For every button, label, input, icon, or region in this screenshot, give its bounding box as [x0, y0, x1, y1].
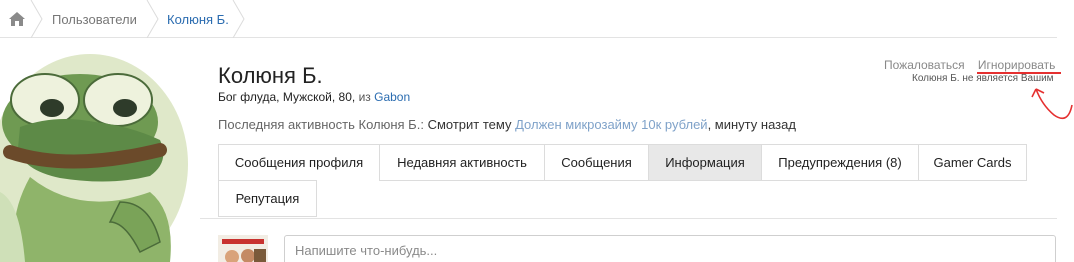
breadcrumb-current-user[interactable]: Колюня Б. [167, 0, 229, 38]
breadcrumb-users[interactable]: Пользователи [52, 0, 137, 38]
tab-warnings[interactable]: Предупреждения (8) [761, 144, 919, 181]
current-user-avatar-image [218, 235, 268, 262]
breadcrumb-separator [30, 0, 43, 38]
profile-user-info: Бог флуда, Мужской, 80, из Gabon [218, 90, 410, 104]
ignore-link-label: Игнорировать [977, 58, 1056, 72]
report-link[interactable]: Пожаловаться [884, 58, 965, 72]
from-word: из [358, 90, 371, 104]
tab-messages[interactable]: Сообщения [544, 144, 649, 181]
profile-name: Колюня Б. [218, 63, 323, 88]
tabs-divider [200, 218, 1057, 219]
activity-topic-link[interactable]: Должен микрозайму 10к рублей [515, 117, 707, 132]
tab-information[interactable]: Информация [648, 144, 762, 181]
breadcrumb-separator [146, 0, 159, 38]
avatar-image [0, 54, 188, 262]
activity-action: Смотрит тему [427, 117, 512, 132]
current-user-avatar[interactable] [218, 235, 268, 262]
user-title-info: Бог флуда, Мужской, 80, [218, 90, 359, 104]
breadcrumb-separator [232, 0, 245, 38]
annotation-arrow [1031, 88, 1073, 120]
profile-post-input[interactable] [284, 235, 1056, 262]
tab-gamer-cards[interactable]: Gamer Cards [918, 144, 1027, 181]
location-link[interactable]: Gabon [374, 90, 410, 104]
ignore-link[interactable]: Игнорировать [976, 58, 1061, 74]
tab-recent-activity[interactable]: Недавняя активность [379, 144, 545, 181]
profile-avatar[interactable] [0, 52, 200, 262]
home-icon [9, 12, 25, 26]
tab-profile-posts[interactable]: Сообщения профиля [218, 144, 380, 181]
tab-reputation[interactable]: Репутация [218, 180, 317, 217]
breadcrumb-home[interactable] [0, 0, 34, 38]
breadcrumb: Пользователи Колюня Б. [0, 0, 1057, 38]
last-activity: Последняя активность Колюня Б.: Смотрит … [218, 117, 796, 132]
activity-time: , минуту назад [707, 117, 796, 132]
profile-actions: Пожаловаться Игнорировать [884, 58, 1061, 74]
activity-label: Последняя активность Колюня Б.: [218, 117, 424, 132]
